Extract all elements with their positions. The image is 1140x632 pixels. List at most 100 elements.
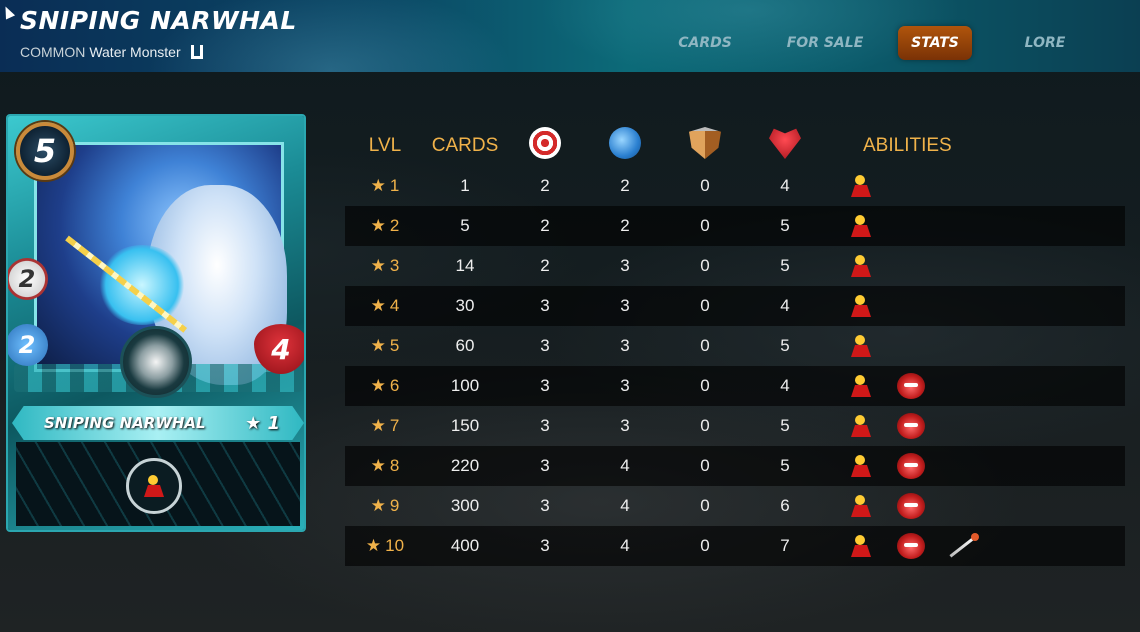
sniper-icon[interactable]	[847, 493, 875, 519]
header-speed	[585, 127, 665, 165]
card-subtitle: COMMON Water Monster	[20, 44, 203, 60]
speed-badge: 2	[8, 324, 48, 366]
sniper-icon[interactable]	[847, 453, 875, 479]
cell-health: 6	[780, 496, 790, 515]
table-row: ★ 3 14 2 3 0 5	[345, 246, 1125, 286]
tab-lore[interactable]: LORE	[990, 26, 1100, 60]
level-value: 7	[389, 416, 400, 435]
level-value: 3	[389, 256, 400, 275]
enrage-icon[interactable]	[897, 533, 925, 559]
cell-cards: 100	[450, 376, 480, 395]
header-armor	[665, 127, 745, 165]
card-name: SNIPING NARWHAL	[44, 414, 206, 432]
level-value: 5	[389, 336, 400, 355]
water-splash-illustration	[97, 245, 187, 325]
level-value: 2	[389, 216, 400, 235]
star-icon: ★	[370, 216, 386, 235]
cell-speed: 3	[620, 336, 630, 355]
cell-ranged: 2	[540, 256, 550, 275]
sniper-icon[interactable]	[847, 253, 875, 279]
sniper-icon[interactable]	[847, 213, 875, 239]
cell-health: 5	[780, 216, 790, 235]
cell-ranged: 3	[540, 336, 550, 355]
cell-cards: 1	[460, 176, 470, 195]
star-icon: ★	[370, 176, 386, 195]
cell-speed: 4	[620, 536, 630, 555]
sniper-icon[interactable]	[847, 413, 875, 439]
detail-tabs: CARDS FOR SALE STATS LORE	[650, 26, 1100, 60]
star-icon: ★	[370, 496, 386, 515]
table-row: ★ 6 100 3 3 0 4	[345, 366, 1125, 406]
cell-health: 7	[780, 536, 790, 555]
sniper-icon[interactable]	[847, 373, 875, 399]
header-cards: CARDS	[431, 135, 499, 156]
cell-abilities	[825, 533, 1125, 559]
cell-abilities	[825, 413, 1125, 439]
table-row: ★ 4 30 3 3 0 4	[345, 286, 1125, 326]
sniper-icon[interactable]	[847, 533, 875, 559]
card-ability-slot[interactable]	[126, 458, 182, 514]
cell-level: ★ 4	[345, 296, 425, 316]
cell-armor: 0	[700, 296, 710, 315]
cell-abilities	[825, 253, 1125, 279]
cell-health: 5	[780, 456, 790, 475]
water-element-gem-icon	[120, 326, 192, 398]
cell-abilities	[825, 173, 1125, 199]
cell-armor: 0	[700, 376, 710, 395]
cell-level: ★ 7	[345, 416, 425, 436]
enrage-icon[interactable]	[897, 413, 925, 439]
cell-health: 4	[780, 296, 790, 315]
sniper-icon[interactable]	[847, 333, 875, 359]
table-row: ★ 8 220 3 4 0 5	[345, 446, 1125, 486]
cell-level: ★ 2	[345, 216, 425, 236]
header-ranged	[505, 127, 585, 165]
cell-cards: 14	[455, 256, 475, 275]
cell-ranged: 2	[540, 216, 550, 235]
enrage-icon[interactable]	[897, 493, 925, 519]
cell-level: ★ 10	[345, 536, 425, 556]
mouse-cursor-icon	[0, 4, 16, 20]
piercing-icon[interactable]	[947, 533, 979, 559]
table-row: ★ 9 300 3 4 0 6	[345, 486, 1125, 526]
table-row: ★ 5 60 3 3 0 5	[345, 326, 1125, 366]
stats-table-body: ★ 1 1 2 2 0 4 ★ 2 5 2 2 0 5 ★ 3 14 2 3 0 5 ★ 4 30 3 3 0 4 ★ 5 60 3 3 0 5 ★ 6…	[345, 166, 1125, 566]
tab-cards[interactable]: CARDS	[650, 26, 760, 60]
cell-speed: 2	[620, 176, 630, 195]
cell-abilities	[825, 333, 1125, 359]
cell-armor: 0	[700, 336, 710, 355]
cell-health: 5	[780, 256, 790, 275]
sniper-icon[interactable]	[847, 173, 875, 199]
enrage-icon[interactable]	[897, 453, 925, 479]
ranged-attack-badge: 2	[8, 258, 48, 300]
cell-cards: 300	[450, 496, 480, 515]
edition-icon	[190, 45, 203, 59]
cell-speed: 3	[620, 256, 630, 275]
enrage-icon[interactable]	[897, 373, 925, 399]
cell-speed: 4	[620, 456, 630, 475]
sniper-icon	[140, 473, 168, 499]
rarity-label: COMMON	[20, 44, 86, 60]
tab-stats[interactable]: STATS	[898, 26, 972, 60]
cell-health: 5	[780, 336, 790, 355]
cell-speed: 4	[620, 496, 630, 515]
ranged-attack-icon	[529, 127, 561, 159]
star-icon: ★	[370, 296, 386, 315]
cell-level: ★ 1	[345, 176, 425, 196]
level-value: 9	[389, 496, 400, 515]
tab-for-sale[interactable]: FOR SALE	[770, 26, 880, 60]
cell-ranged: 3	[540, 416, 550, 435]
cell-armor: 0	[700, 176, 710, 195]
card-type-label: Water Monster	[89, 44, 181, 60]
cell-speed: 3	[620, 296, 630, 315]
level-value: 1	[389, 176, 400, 195]
cell-cards: 5	[460, 216, 470, 235]
sniper-icon[interactable]	[847, 293, 875, 319]
card-nameplate: SNIPING NARWHAL ★ 1	[12, 406, 304, 440]
cell-speed: 3	[620, 376, 630, 395]
stats-table-header: LVL CARDS ABILITIES	[345, 126, 1125, 166]
star-icon: ★	[370, 336, 386, 355]
cell-cards: 60	[455, 336, 475, 355]
cell-abilities	[825, 493, 1125, 519]
cell-cards: 30	[455, 296, 475, 315]
table-row: ★ 7 150 3 3 0 5	[345, 406, 1125, 446]
